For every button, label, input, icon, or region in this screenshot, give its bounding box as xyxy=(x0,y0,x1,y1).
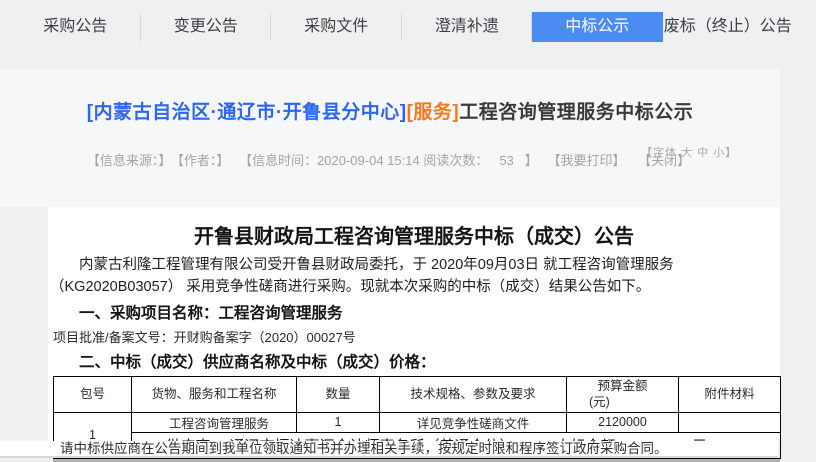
title-name-part: 工程咨询管理服务中标公示 xyxy=(459,102,693,123)
section2-heading: 二、中标（成交）供应商名称及中标（成交）价格： xyxy=(48,350,780,372)
col-budget-label: 预算金额 xyxy=(597,379,647,393)
tab-clarification[interactable]: 澄清补遗 xyxy=(402,12,533,42)
title-category-part: [服务] xyxy=(407,102,460,123)
cell-item-name: 工程咨询管理服务 xyxy=(132,412,297,432)
meta-view-count: 53 xyxy=(499,153,513,168)
tab-winning-bid[interactable]: 中标公示 xyxy=(532,12,663,42)
font-size-controls[interactable]: 【字体 大 中 小】 xyxy=(641,144,737,160)
title-region-part: [内蒙古自治区·通辽市·开鲁县分中心] xyxy=(87,102,407,123)
col-spec: 技术规格、参数及要求 xyxy=(380,376,567,412)
col-budget: 预算金额 (元) xyxy=(567,376,679,412)
table-header-row: 包号 货物、服务和工程名称 数量 技术规格、参数及要求 预算金额 (元) 附件材… xyxy=(54,376,781,412)
filing-number-line: 项目批准/备案文号：开财购备案字（2020）00027号 xyxy=(48,327,780,346)
cell-budget: 2120000 xyxy=(567,412,679,432)
announcement-tabbar: 采购公告 变更公告 采购文件 澄清补遗 中标公示 废标（终止）公告 xyxy=(10,12,810,42)
document-intro-paragraph: 内蒙古利隆工程管理有限公司受开鲁县财政局委托，于 2020年09月03日 就工程… xyxy=(48,255,780,299)
table-row: 1 工程咨询管理服务 1 详见竞争性磋商文件 2120000 xyxy=(54,412,781,432)
meta-time-suffix: 】 xyxy=(525,153,538,168)
tab-cancelled-bid[interactable]: 废标（终止）公告 xyxy=(663,12,794,42)
document-heading: 开鲁县财政局工程咨询管理服务中标（成交）公告 xyxy=(48,207,780,249)
cell-quantity: 1 xyxy=(297,412,380,432)
print-button[interactable]: 【我要打印】 xyxy=(547,153,625,168)
tab-procurement-docs[interactable]: 采购文件 xyxy=(271,12,402,42)
meta-time-prefix: 【信息时间：2020-09-04 15:14 阅读次数： xyxy=(239,153,488,168)
announcement-document: 开鲁县财政局工程咨询管理服务中标（成交）公告 内蒙古利隆工程管理有限公司受开鲁县… xyxy=(48,207,780,441)
col-item-name: 货物、服务和工程名称 xyxy=(132,376,297,412)
announcement-header: [内蒙古自治区·通辽市·开鲁县分中心][服务]工程咨询管理服务中标公示 【信息来… xyxy=(0,70,780,207)
meta-source: 【信息来源：】 xyxy=(87,153,172,168)
page-title: [内蒙古自治区·通辽市·开鲁县分中心][服务]工程咨询管理服务中标公示 xyxy=(0,97,780,124)
col-package-no: 包号 xyxy=(54,376,132,412)
col-quantity: 数量 xyxy=(297,376,380,412)
section1-heading: 一、采购项目名称：工程咨询管理服务 xyxy=(48,301,780,323)
meta-line: 【信息来源：】【作者：】 【信息时间：2020-09-04 15:14 阅读次数… xyxy=(0,150,780,169)
cell-attachment xyxy=(679,412,781,432)
meta-author: 【作者：】 xyxy=(177,153,229,168)
tab-procurement-notice[interactable]: 采购公告 xyxy=(10,12,141,42)
col-attachment: 附件材料 xyxy=(679,376,781,412)
footer-note: 请中标供应商在公告期间到我单位领取通知书并办理相关手续，按规定时限和程序签订政府… xyxy=(0,441,778,458)
close-button[interactable]: 【关闭】 【字体 大 中 小】 xyxy=(635,150,693,169)
cell-spec: 详见竞争性磋商文件 xyxy=(380,412,567,432)
col-budget-unit: (元) xyxy=(567,394,678,410)
tab-change-notice[interactable]: 变更公告 xyxy=(141,12,272,42)
table-bottom-divider xyxy=(53,459,780,462)
